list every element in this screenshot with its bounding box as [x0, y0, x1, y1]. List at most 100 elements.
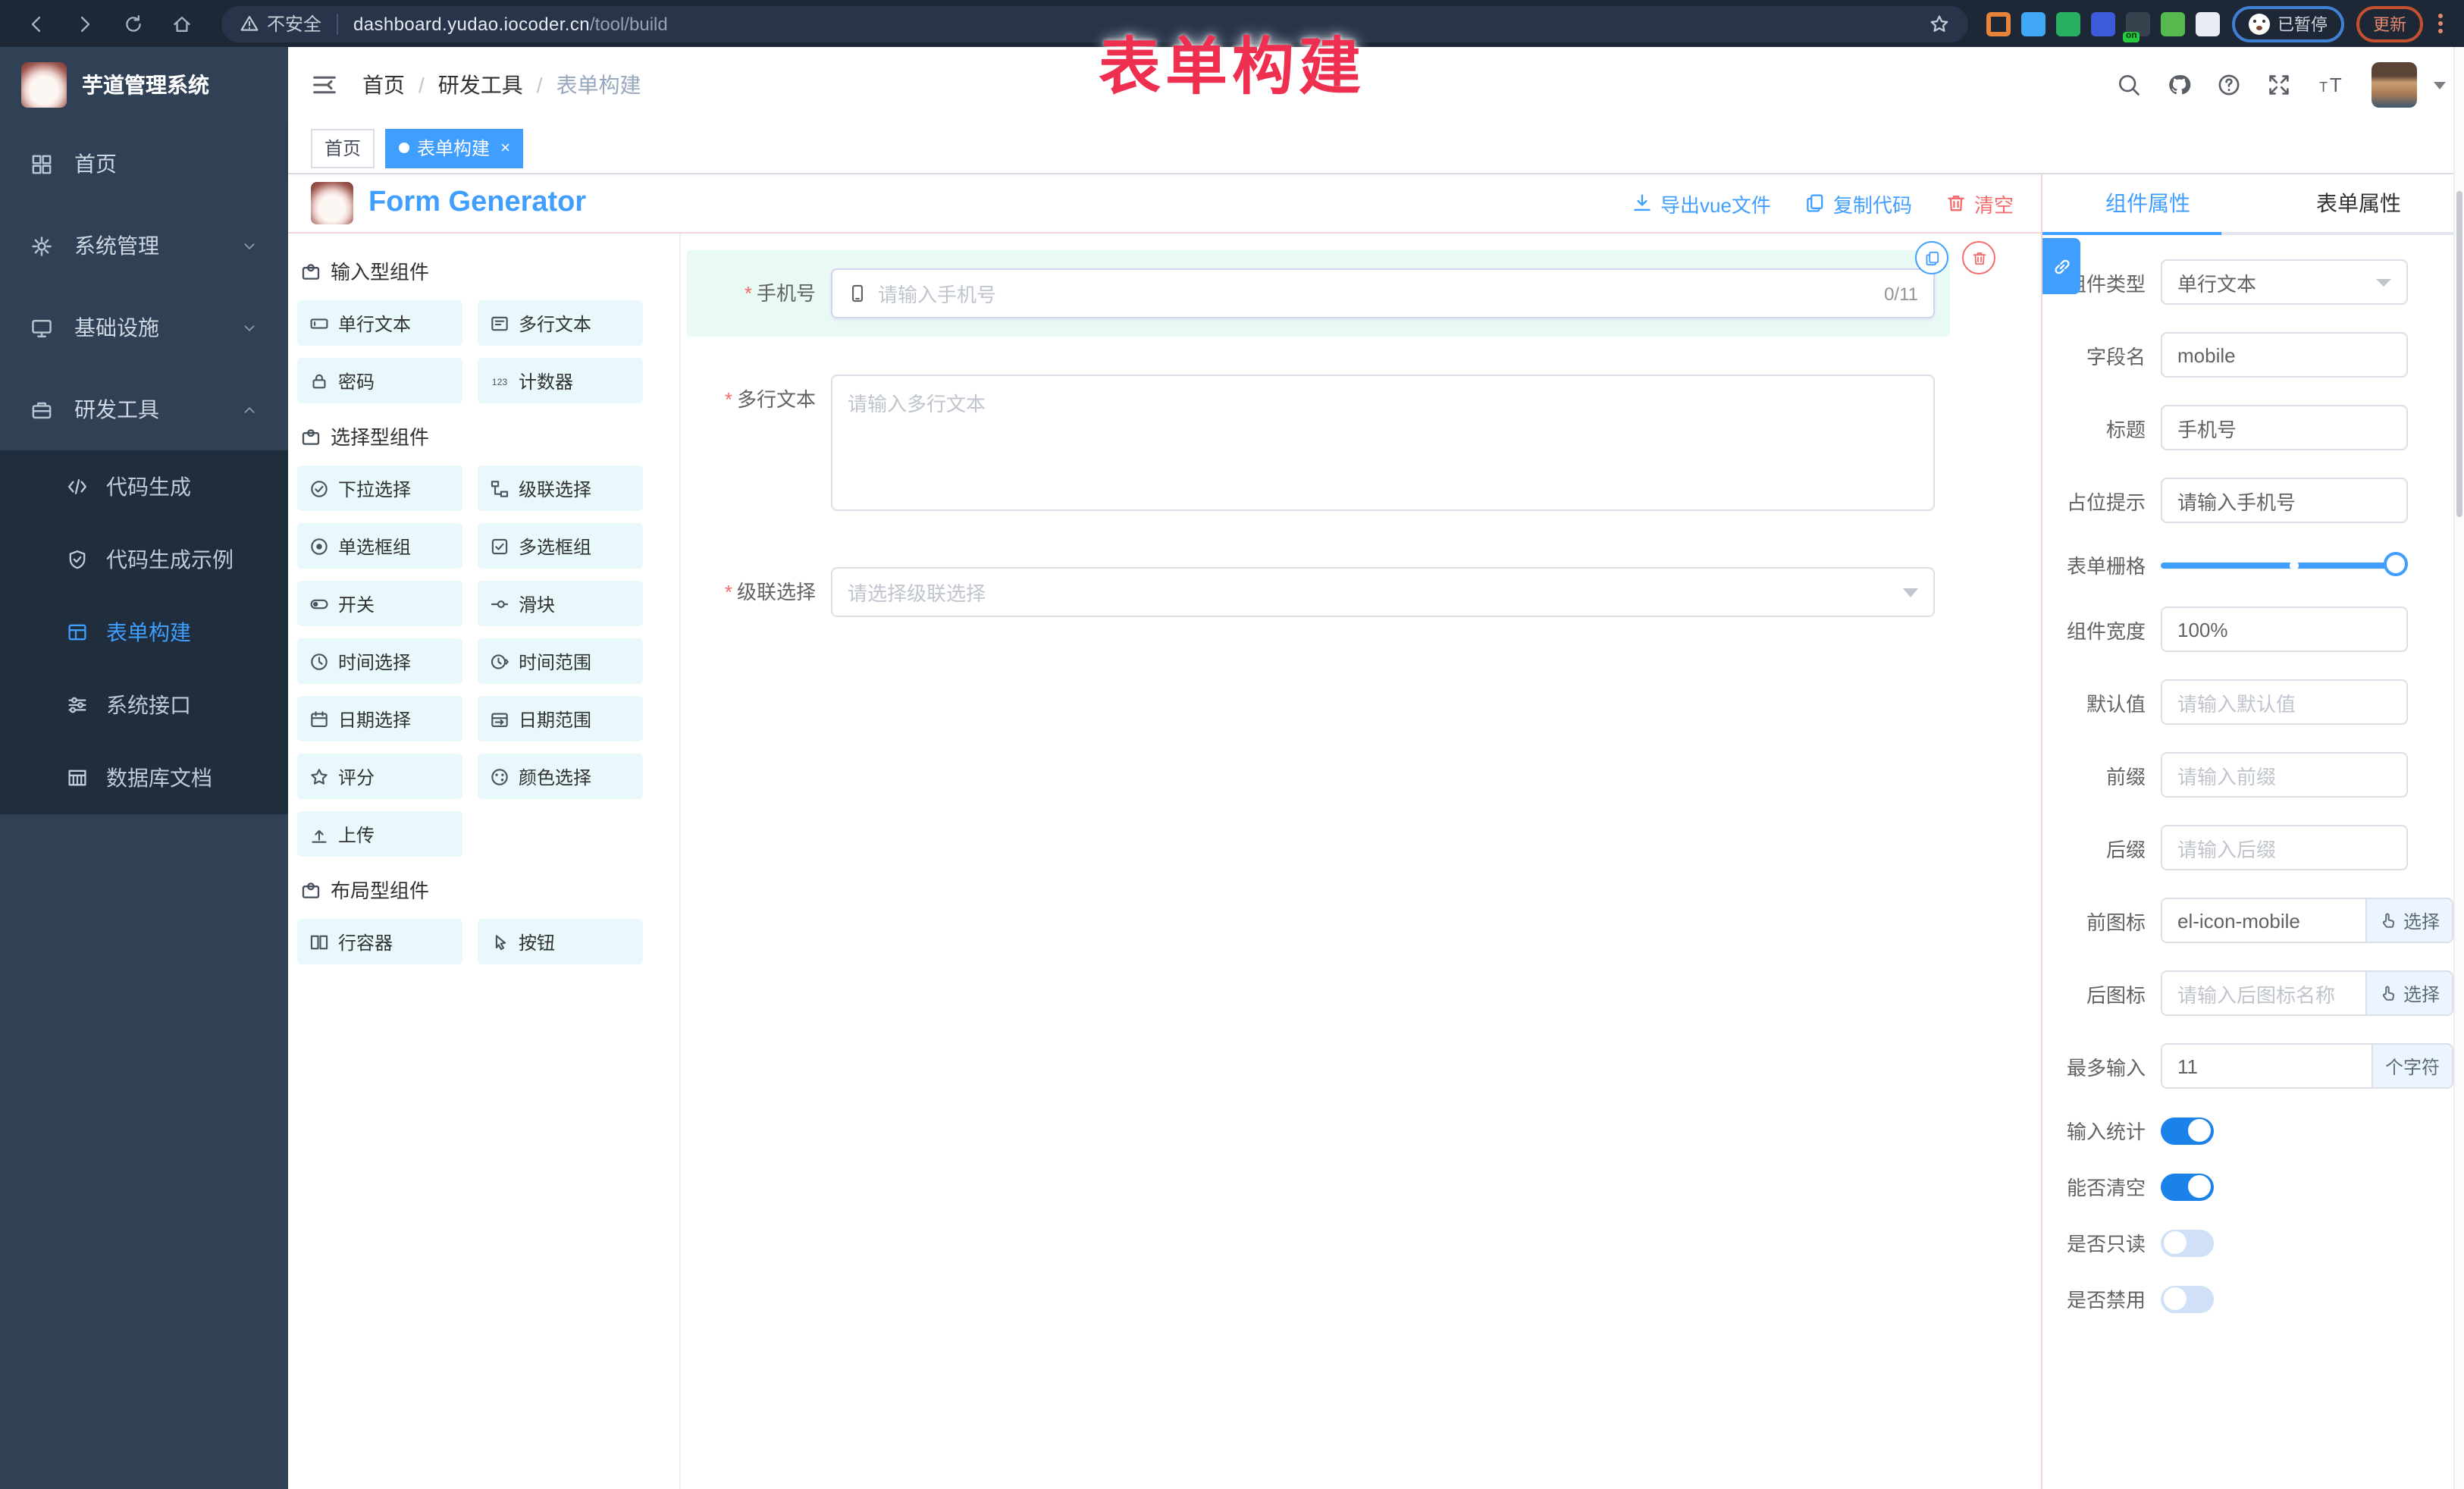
breadcrumb-item-1[interactable]: 研发工具 [438, 70, 523, 100]
browser-home-button[interactable] [165, 7, 199, 40]
prop-select-0[interactable]: 单行文本 [2161, 259, 2408, 305]
copy-field-button[interactable] [1915, 241, 1948, 274]
sidebar-item-2[interactable]: 基础设施 [0, 287, 288, 368]
sidebar-item-3[interactable]: 研发工具 [0, 368, 288, 450]
grid-slider[interactable] [2161, 562, 2396, 568]
append-button-9[interactable]: 选择 [2367, 898, 2453, 943]
scrollbar-thumb[interactable] [2456, 191, 2462, 517]
field-textarea[interactable]: 请输入多行文本 [831, 375, 1935, 511]
palette-item[interactable]: 日期选择 [297, 696, 462, 741]
bookmark-star-icon[interactable] [1929, 13, 1950, 34]
palette-item[interactable]: 日期范围 [478, 696, 643, 741]
palette-item[interactable]: 颜色选择 [478, 754, 643, 799]
extension-blue-gem[interactable] [2021, 11, 2045, 36]
prop-input-3[interactable]: 请输入手机号 [2161, 478, 2408, 523]
palette-item[interactable]: 单选框组 [297, 523, 462, 569]
prop-input-8[interactable]: 请输入后缀 [2161, 825, 2408, 870]
tag-1[interactable]: 表单构建× [385, 128, 524, 168]
font-size-icon[interactable]: TT [2317, 73, 2346, 97]
palette-item[interactable]: 滑块 [478, 581, 643, 626]
palette-item[interactable]: 密码 [297, 358, 462, 403]
sidebar-subitem-1[interactable]: 代码生成示例 [0, 523, 288, 596]
browser-forward-button[interactable] [68, 7, 102, 40]
sidebar-subitem-0[interactable]: 代码生成 [0, 450, 288, 523]
extension-orange-ring[interactable] [1986, 11, 2011, 36]
browser-window: 不安全 dashboard.yudao.iocoder.cn /tool/bui… [0, 0, 2464, 1489]
action-1[interactable]: 复制代码 [1804, 189, 1912, 218]
url-bar[interactable]: 不安全 dashboard.yudao.iocoder.cn /tool/bui… [221, 5, 1968, 42]
extension-white-star[interactable] [2196, 11, 2220, 36]
hamburger-icon[interactable] [311, 71, 338, 99]
palette-item[interactable]: 上传 [297, 811, 462, 857]
prop-row-7: 前缀请输入前缀 [2042, 752, 2464, 798]
browser-back-button[interactable] [20, 7, 53, 40]
palette-item[interactable]: 单行文本 [297, 300, 462, 346]
profile-paused-pill[interactable]: 已暂停 [2232, 5, 2344, 42]
breadcrumb-item-0[interactable]: 首页 [362, 70, 405, 100]
prop-input-9[interactable]: el-icon-mobile [2161, 898, 2367, 943]
toggle-2[interactable] [2161, 1229, 2214, 1256]
palette-item[interactable]: 123计数器 [478, 358, 643, 403]
page-scrollbar[interactable] [2453, 47, 2464, 1489]
palette-item[interactable]: 时间选择 [297, 638, 462, 684]
toggle-3[interactable] [2161, 1285, 2214, 1312]
tag-0[interactable]: 首页 [311, 128, 375, 168]
prop-input-5[interactable]: 100% [2161, 607, 2408, 652]
avatar-caret-icon[interactable] [2434, 81, 2446, 89]
extension-blue-columns[interactable] [2091, 11, 2115, 36]
delete-field-button[interactable] [1962, 241, 1995, 274]
prop-input-2[interactable]: 手机号 [2161, 405, 2408, 450]
prop-input-11[interactable]: 11 [2161, 1043, 2373, 1089]
panel-tab-0[interactable]: 组件属性 [2042, 174, 2253, 232]
panel-tab-1[interactable]: 表单属性 [2253, 174, 2464, 232]
palette-item[interactable]: 评分 [297, 754, 462, 799]
sidebar-item-1[interactable]: 系统管理 [0, 205, 288, 287]
extension-dark-on[interactable]: on [2126, 11, 2150, 36]
append-button-11[interactable]: 个字符 [2373, 1043, 2453, 1089]
canvas-field-2[interactable]: *级联选择 请选择级联选择 [687, 549, 1950, 635]
palette-item[interactable]: 多行文本 [478, 300, 643, 346]
toggle-1[interactable] [2161, 1173, 2214, 1200]
palette-item[interactable]: 开关 [297, 581, 462, 626]
slider-knob[interactable] [2384, 551, 2408, 575]
palette-item[interactable]: 级联选择 [478, 466, 643, 511]
append-button-10[interactable]: 选择 [2367, 970, 2453, 1016]
search-icon[interactable] [2117, 73, 2141, 97]
prop-row-8: 后缀请输入后缀 [2042, 825, 2464, 870]
palette-item[interactable]: 时间范围 [478, 638, 643, 684]
sidebar-subitem-2[interactable]: 表单构建 [0, 596, 288, 669]
update-button[interactable]: 更新 [2356, 5, 2423, 42]
drawer-handle[interactable] [2042, 238, 2080, 294]
user-avatar[interactable] [2372, 62, 2417, 108]
palette-item[interactable]: 下拉选择 [297, 466, 462, 511]
breadcrumb-item-2[interactable]: 表单构建 [556, 70, 641, 100]
prop-input-7[interactable]: 请输入前缀 [2161, 752, 2408, 798]
sidebar-subitem-4[interactable]: 数据库文档 [0, 741, 288, 814]
action-2[interactable]: 清空 [1945, 189, 2014, 218]
prop-input-6[interactable]: 请输入默认值 [2161, 679, 2408, 725]
extension-green-check[interactable] [2056, 11, 2080, 36]
canvas-field-1[interactable]: *多行文本 请输入多行文本 [687, 356, 1950, 529]
browser-reload-button[interactable] [117, 7, 150, 40]
tag-close-icon[interactable]: × [500, 139, 510, 157]
palette-item[interactable]: 行容器 [297, 919, 462, 964]
sidebar-subitem-3[interactable]: 系统接口 [0, 669, 288, 741]
sidebar-item-0[interactable]: 首页 [0, 123, 288, 205]
fullscreen-icon[interactable] [2267, 73, 2291, 97]
field-input[interactable]: 请输入手机号0/11 [831, 268, 1935, 318]
security-warning[interactable]: 不安全 [240, 11, 321, 36]
prop-row-4: 表单栅格 [2042, 550, 2464, 579]
action-0[interactable]: 导出vue文件 [1632, 189, 1771, 218]
prop-input-10[interactable]: 请输入后图标名称 [2161, 970, 2367, 1016]
toggle-0[interactable] [2161, 1117, 2214, 1144]
help-icon[interactable] [2217, 73, 2241, 97]
prop-input-1[interactable]: mobile [2161, 332, 2408, 378]
browser-menu-icon[interactable] [2438, 14, 2443, 33]
palette-item[interactable]: 按钮 [478, 919, 643, 964]
gear-icon [30, 234, 53, 257]
canvas-field-0[interactable]: *手机号 请输入手机号0/11 [687, 250, 1950, 337]
extension-green-leaf[interactable] [2161, 11, 2185, 36]
palette-item[interactable]: 多选框组 [478, 523, 643, 569]
github-icon[interactable] [2167, 73, 2191, 97]
field-select[interactable]: 请选择级联选择 [831, 567, 1935, 617]
